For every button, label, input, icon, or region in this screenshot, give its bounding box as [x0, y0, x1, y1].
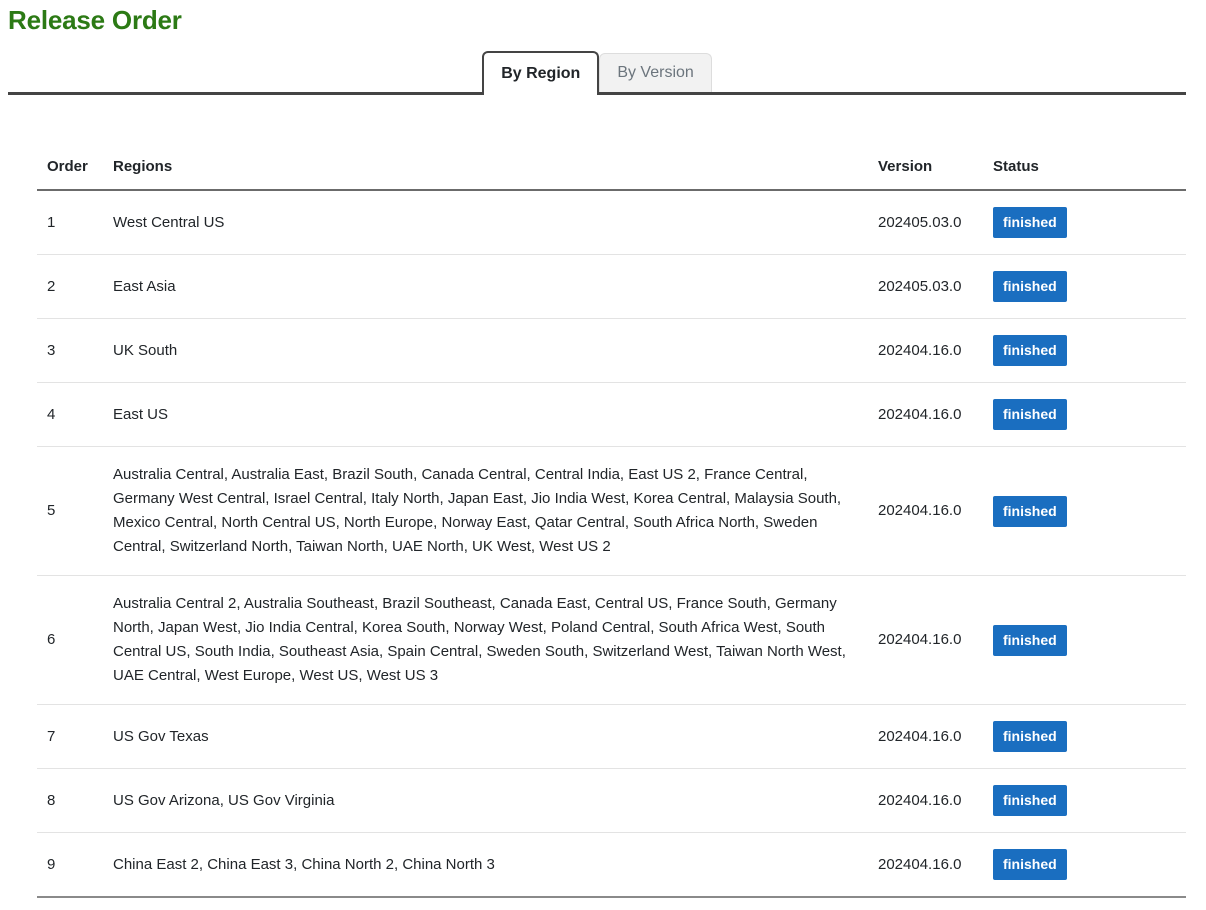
cell-status: finished	[983, 319, 1186, 383]
cell-order: 5	[37, 447, 103, 576]
cell-version: 202404.16.0	[868, 319, 983, 383]
cell-version: 202405.03.0	[868, 190, 983, 255]
cell-regions: Australia Central, Australia East, Brazi…	[103, 447, 868, 576]
cell-regions: East Asia	[103, 255, 868, 319]
release-order-table-container: Order Regions Version Status 1West Centr…	[37, 148, 1186, 898]
status-badge: finished	[993, 496, 1067, 527]
table-row: 5Australia Central, Australia East, Braz…	[37, 447, 1186, 576]
cell-status: finished	[983, 447, 1186, 576]
cell-status: finished	[983, 576, 1186, 705]
tab-by-region[interactable]: By Region	[482, 51, 599, 95]
status-badge: finished	[993, 399, 1067, 430]
cell-regions: US Gov Arizona, US Gov Virginia	[103, 769, 868, 833]
table-row: 3UK South202404.16.0 finished	[37, 319, 1186, 383]
table-row: 2East Asia202405.03.0 finished	[37, 255, 1186, 319]
cell-order: 3	[37, 319, 103, 383]
cell-order: 6	[37, 576, 103, 705]
cell-order: 9	[37, 833, 103, 898]
cell-version: 202404.16.0	[868, 576, 983, 705]
column-header-order: Order	[37, 148, 103, 190]
cell-order: 4	[37, 383, 103, 447]
table-row: 9China East 2, China East 3, China North…	[37, 833, 1186, 898]
status-badge: finished	[993, 785, 1067, 816]
cell-version: 202405.03.0	[868, 255, 983, 319]
table-row: 4East US202404.16.0 finished	[37, 383, 1186, 447]
cell-regions: China East 2, China East 3, China North …	[103, 833, 868, 898]
cell-regions: US Gov Texas	[103, 705, 868, 769]
cell-version: 202404.16.0	[868, 769, 983, 833]
cell-status: finished	[983, 190, 1186, 255]
column-header-status: Status	[983, 148, 1186, 190]
cell-order: 1	[37, 190, 103, 255]
cell-order: 7	[37, 705, 103, 769]
cell-order: 2	[37, 255, 103, 319]
page-title: Release Order	[8, 3, 182, 37]
table-header: Order Regions Version Status	[37, 148, 1186, 190]
cell-regions: East US	[103, 383, 868, 447]
column-header-regions: Regions	[103, 148, 868, 190]
table-row: 1West Central US202405.03.0 finished	[37, 190, 1186, 255]
cell-status: finished	[983, 705, 1186, 769]
table-row: 8US Gov Arizona, US Gov Virginia202404.1…	[37, 769, 1186, 833]
status-badge: finished	[993, 335, 1067, 366]
table-row: 6Australia Central 2, Australia Southeas…	[37, 576, 1186, 705]
table-body: 1West Central US202405.03.0finished2East…	[37, 190, 1186, 897]
table-row: 7US Gov Texas202404.16.0 finished	[37, 705, 1186, 769]
status-badge: finished	[993, 207, 1067, 238]
status-badge: finished	[993, 625, 1067, 656]
cell-regions: Australia Central 2, Australia Southeast…	[103, 576, 868, 705]
cell-regions: UK South	[103, 319, 868, 383]
cell-status: finished	[983, 255, 1186, 319]
cell-version: 202404.16.0	[868, 833, 983, 898]
column-header-version: Version	[868, 148, 983, 190]
cell-order: 8	[37, 769, 103, 833]
status-badge: finished	[993, 849, 1067, 880]
release-order-table: Order Regions Version Status 1West Centr…	[37, 148, 1186, 898]
cell-regions: West Central US	[103, 190, 868, 255]
cell-version: 202404.16.0	[868, 447, 983, 576]
tab-by-version[interactable]: By Version	[599, 53, 711, 92]
tab-by-version-label: By Version	[617, 65, 693, 81]
cell-status: finished	[983, 833, 1186, 898]
tab-strip: By Region By Version	[8, 51, 1186, 95]
tab-by-region-label: By Region	[501, 66, 580, 82]
cell-status: finished	[983, 383, 1186, 447]
cell-version: 202404.16.0	[868, 383, 983, 447]
cell-version: 202404.16.0	[868, 705, 983, 769]
table-header-row: Order Regions Version Status	[37, 148, 1186, 190]
status-badge: finished	[993, 721, 1067, 752]
status-badge: finished	[993, 271, 1067, 302]
cell-status: finished	[983, 769, 1186, 833]
